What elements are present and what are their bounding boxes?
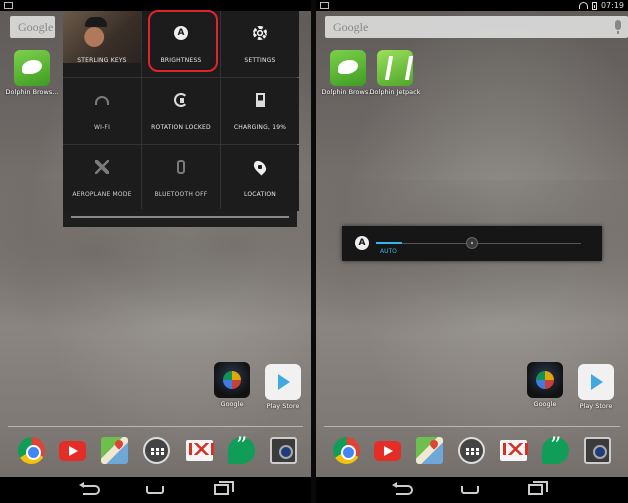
camera-icon[interactable] — [270, 437, 297, 464]
google-search-bar[interactable]: Google — [10, 16, 55, 38]
tile-wifi[interactable]: WI-FI — [63, 78, 141, 144]
app-play-store[interactable]: Play Store — [255, 364, 311, 410]
recent-apps-icon[interactable] — [528, 481, 548, 495]
dock — [316, 434, 628, 467]
app-drawer-icon[interactable] — [143, 437, 170, 464]
gear-icon — [253, 26, 267, 40]
app-label: Google — [220, 400, 244, 408]
brightness-fill — [376, 242, 402, 244]
battery-status-icon — [591, 1, 597, 10]
google-logo: Google — [18, 20, 54, 34]
tile-label: LOCATION — [244, 191, 276, 198]
tile-user[interactable]: STERLING KEYS — [63, 11, 141, 77]
google-app-icon — [214, 362, 250, 398]
navigation-bar — [0, 477, 311, 503]
tile-label: STERLING KEYS — [77, 57, 127, 64]
wifi-icon — [95, 96, 109, 105]
tile-location[interactable]: LOCATION — [221, 145, 299, 211]
status-bar: 07:19 — [316, 0, 628, 11]
app-dolphin-jetpack[interactable]: Dolphin Jetpack — [367, 50, 423, 96]
tile-label: WI-FI — [93, 124, 111, 131]
hangouts-icon[interactable] — [542, 434, 569, 464]
screenshot-notification-icon — [320, 2, 329, 9]
play-store-icon — [578, 364, 614, 400]
app-play-store[interactable]: Play Store — [568, 364, 624, 410]
camera-icon[interactable] — [584, 437, 611, 464]
google-search-bar[interactable]: Google — [325, 16, 628, 38]
gmail-icon[interactable] — [186, 440, 214, 461]
clock: 07:19 — [600, 1, 624, 10]
tile-label: AEROPLANE MODE — [72, 191, 132, 198]
dolphin-browser-icon — [14, 50, 50, 86]
app-drawer-icon[interactable] — [458, 437, 485, 464]
auto-label: AUTO — [380, 248, 397, 255]
tile-rotation[interactable]: ROTATION LOCKED — [142, 78, 220, 144]
recent-apps-icon[interactable] — [214, 481, 234, 495]
tile-label: SETTINGS — [244, 57, 276, 64]
app-label: Dolphin Brows... — [5, 88, 59, 96]
google-logo: Google — [333, 20, 369, 34]
brightness-thumb[interactable] — [466, 237, 478, 249]
tile-aeroplane-mode[interactable]: AEROPLANE MODE — [63, 145, 141, 211]
bluetooth-icon — [177, 160, 185, 174]
brightness-highlight-circle — [148, 10, 218, 72]
youtube-icon[interactable] — [374, 441, 401, 461]
dock-divider — [324, 426, 620, 427]
battery-charging-icon — [256, 93, 265, 107]
brightness-auto-icon[interactable]: A — [355, 236, 369, 250]
rotation-lock-icon — [174, 93, 188, 107]
gmail-icon[interactable] — [500, 440, 528, 461]
left-screen: Google Dolphin Brows... Google Play Stor… — [0, 0, 311, 503]
play-store-icon — [265, 364, 301, 400]
wifi-status-icon — [578, 2, 588, 9]
tile-label: CHARGING, 19% — [233, 124, 287, 131]
home-icon[interactable] — [146, 486, 164, 494]
dolphin-browser-icon — [330, 50, 366, 86]
chrome-icon[interactable] — [18, 437, 45, 464]
hangouts-icon[interactable] — [228, 434, 255, 464]
back-icon[interactable] — [392, 482, 413, 495]
youtube-icon[interactable] — [59, 441, 86, 461]
app-dolphin-browser[interactable]: Dolphin Brows... — [4, 50, 60, 96]
location-icon — [251, 158, 269, 176]
right-screen: 07:19 Google Dolphin Brows... Dolphin Je… — [316, 0, 628, 503]
maps-icon[interactable] — [101, 437, 128, 464]
back-icon[interactable] — [79, 482, 100, 495]
chrome-icon[interactable] — [333, 437, 360, 464]
brightness-dialog: A AUTO — [342, 226, 602, 261]
app-label: Google — [533, 400, 557, 408]
airplane-icon — [95, 160, 109, 174]
tile-label: BLUETOOTH OFF — [154, 191, 208, 198]
dock — [0, 434, 311, 467]
app-label: Play Store — [266, 402, 300, 410]
brightness-slider[interactable] — [376, 237, 581, 249]
dock-divider — [8, 426, 303, 427]
tile-bluetooth[interactable]: BLUETOOTH OFF — [142, 145, 220, 211]
panel-handle[interactable] — [71, 216, 289, 218]
app-label: Dolphin Jetpack — [369, 88, 421, 96]
tile-battery[interactable]: CHARGING, 19% — [221, 78, 299, 144]
app-label: Play Store — [579, 402, 613, 410]
maps-icon[interactable] — [416, 437, 443, 464]
tile-settings[interactable]: SETTINGS — [221, 11, 299, 77]
tile-label: ROTATION LOCKED — [151, 124, 211, 131]
app-google[interactable]: Google — [517, 362, 573, 408]
screenshot-notification-icon — [4, 2, 13, 9]
navigation-bar — [316, 477, 628, 503]
mic-icon[interactable] — [615, 20, 621, 34]
app-google[interactable]: Google — [204, 362, 260, 408]
dolphin-jetpack-icon — [377, 50, 413, 86]
google-app-icon — [527, 362, 563, 398]
user-photo — [63, 11, 141, 63]
home-icon[interactable] — [461, 486, 479, 494]
